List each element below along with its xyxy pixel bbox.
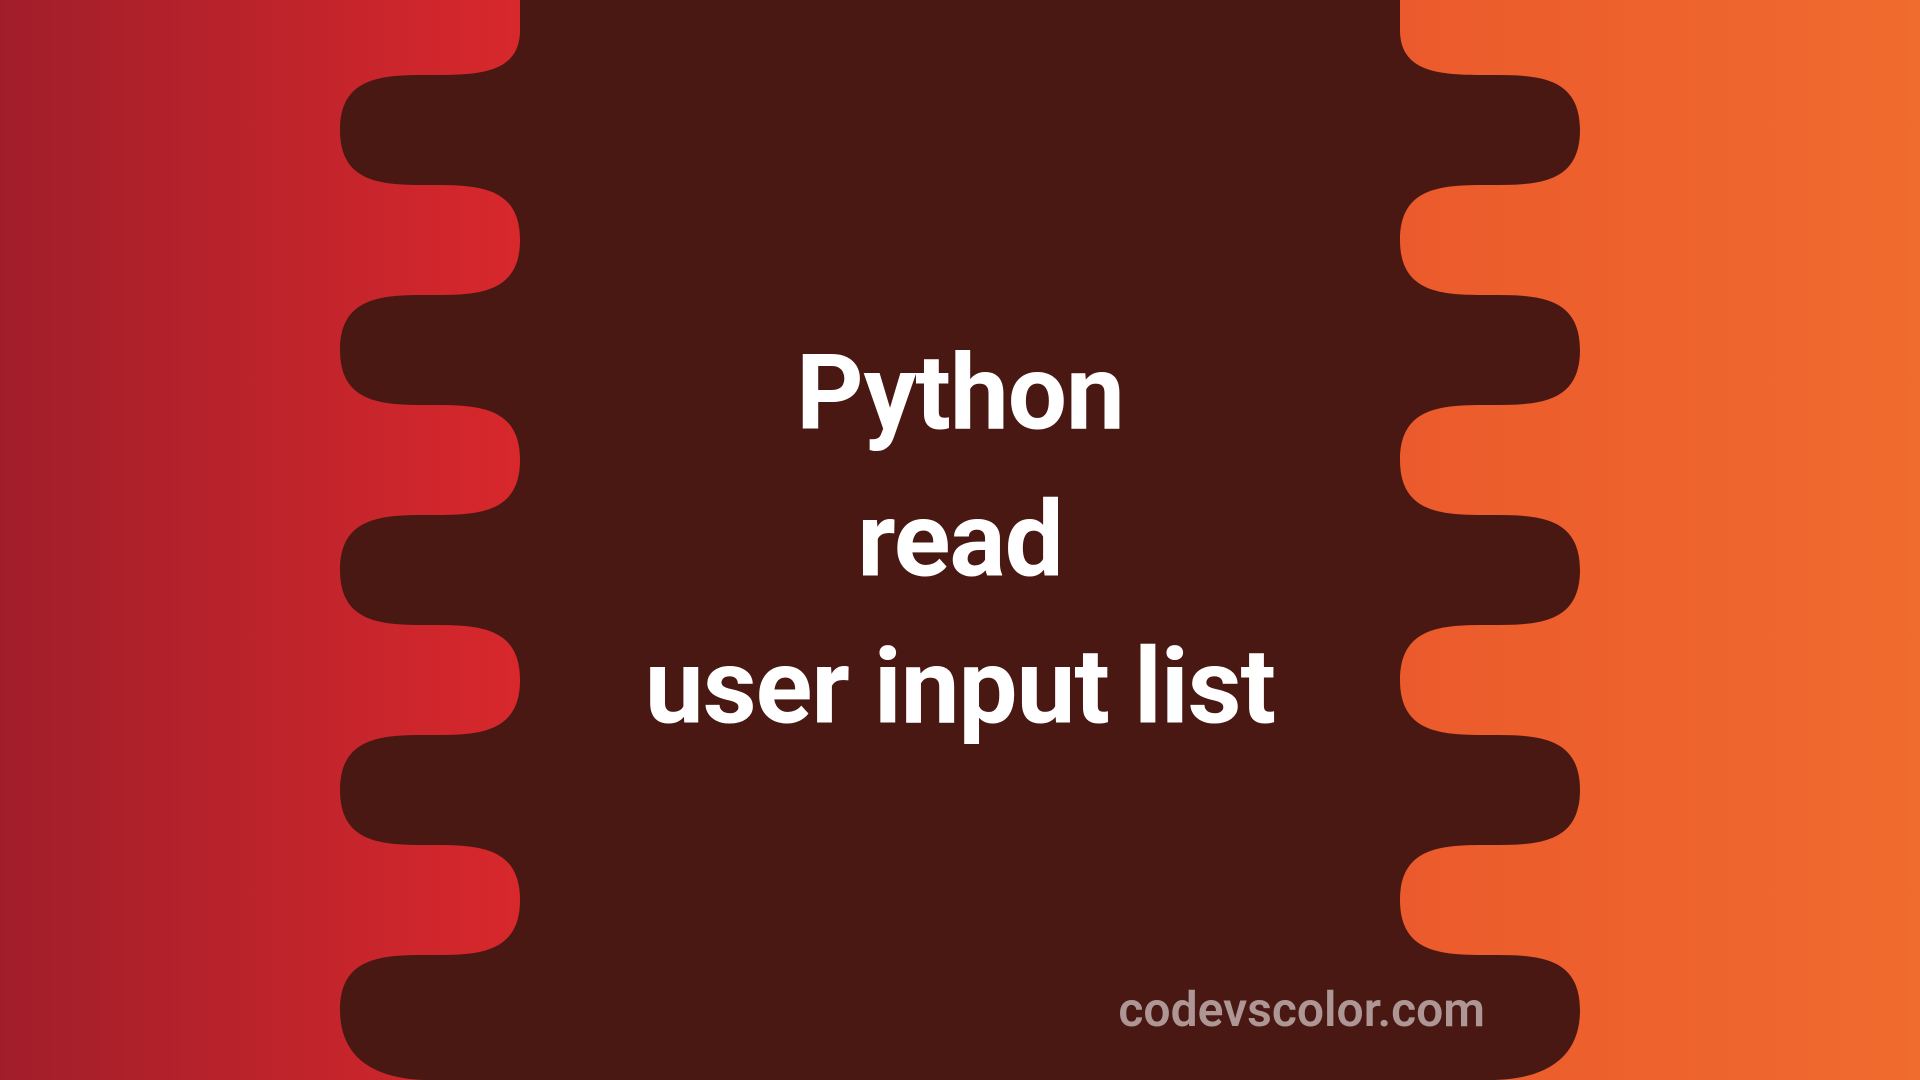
title-line-2: read [0, 467, 1920, 614]
title-line-3: user input list [0, 614, 1920, 761]
banner-container: Python read user input list codevscolor.… [0, 0, 1920, 1080]
watermark-text: codevscolor.com [1118, 981, 1485, 1038]
title-line-1: Python [0, 320, 1920, 467]
title-wrapper: Python read user input list [0, 320, 1920, 761]
